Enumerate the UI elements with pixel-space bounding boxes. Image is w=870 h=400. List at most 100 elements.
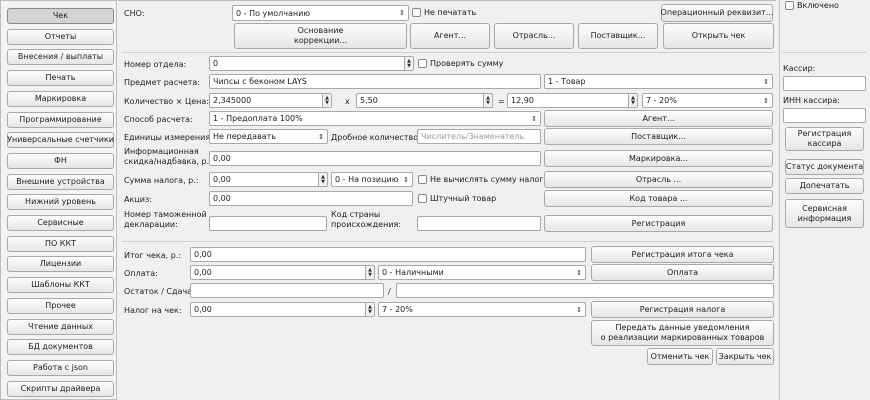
sidebar-item[interactable]: Лицензии <box>7 256 114 273</box>
service-info-button[interactable]: Сервисная информация <box>785 199 864 228</box>
receipt-tax-rate-select[interactable]: 7 - 20% ⇕ <box>378 302 586 317</box>
industry-top-button[interactable]: Отрасль... <box>494 23 574 49</box>
tax-mode-value: 0 - На позицию <box>335 175 399 184</box>
cashier-inn-input[interactable] <box>783 108 866 123</box>
cashier-inn-label: ИНН кассира: <box>783 96 840 105</box>
spin-icon[interactable]: ▲ ▼ <box>628 94 637 107</box>
spin-icon[interactable]: ▲ ▼ <box>318 173 327 186</box>
qty-value: 2,345000 <box>213 96 252 105</box>
sidebar-item[interactable]: Отчеты <box>7 28 114 45</box>
combo-arrow-icon: ⇕ <box>763 77 769 86</box>
pay-method-select[interactable]: 1 - Предоплата 100% ⇕ <box>209 111 541 126</box>
cancel-receipt-button[interactable]: Отменить чек <box>647 348 713 365</box>
cashier-input[interactable] <box>783 76 866 91</box>
sidebar-item[interactable]: БД документов <box>7 339 114 356</box>
spin-icon[interactable]: ▲ ▼ <box>322 94 331 107</box>
total-input[interactable]: 12,90 ▲ ▼ <box>507 93 638 108</box>
tax-mode-select[interactable]: 0 - На позицию ⇕ <box>331 172 413 187</box>
spin-icon[interactable]: ▲ ▼ <box>365 303 374 316</box>
reprint-button[interactable]: Допечатать <box>785 178 864 194</box>
piece-goods-label: Штучный товар <box>430 194 497 203</box>
combo-arrow-icon: ⇕ <box>576 268 582 277</box>
customs-input[interactable] <box>209 216 327 231</box>
register-cashier-button[interactable]: Регистрация кассира <box>785 127 864 151</box>
no-print-checkbox[interactable] <box>412 8 421 17</box>
register-total-button[interactable]: Регистрация итога чека <box>591 246 774 263</box>
right-panel: Включено Кассир: ИНН кассира: Регистраци… <box>779 0 870 400</box>
sidebar-item[interactable]: ФН <box>7 152 114 169</box>
sidebar-item[interactable]: Чтение данных <box>7 318 114 335</box>
pay-method-value: 1 - Предоплата 100% <box>213 114 303 123</box>
sidebar-item[interactable]: Нижний уровень <box>7 194 114 211</box>
tax-sum-input[interactable]: 0,00 ▲ ▼ <box>209 172 328 187</box>
sidebar-item[interactable]: Печать <box>7 70 114 87</box>
receipt-tax-input[interactable]: 0,00 ▲ ▼ <box>190 302 375 317</box>
check-sum-label: Проверять сумму <box>430 59 504 68</box>
sidebar-item[interactable]: Внесения / выплаты <box>7 49 114 66</box>
times-sign: x <box>345 97 350 106</box>
industry-button[interactable]: Отрасль ... <box>544 171 773 188</box>
country-input[interactable] <box>417 216 541 231</box>
subject-input[interactable]: Чипсы с беконом LAYS <box>209 74 541 89</box>
spin-icon[interactable]: ▲ ▼ <box>483 94 492 107</box>
sidebar-item[interactable]: Универсальные счетчики <box>7 132 114 149</box>
subject-type-select[interactable]: 1 - Товар ⇕ <box>544 74 773 89</box>
payment-type-select[interactable]: 0 - Наличными ⇕ <box>378 265 586 280</box>
country-label: Код страны происхождения: <box>331 210 402 229</box>
check-sum-checkbox[interactable] <box>418 59 427 68</box>
price-input[interactable]: 5,50 ▲ ▼ <box>356 93 493 108</box>
marking-button[interactable]: Маркировка... <box>544 150 773 167</box>
combo-arrow-icon: ⇕ <box>403 175 409 184</box>
fraction-input[interactable]: Числитель/Знаменатель <box>417 129 541 144</box>
payment-input[interactable]: 0,00 ▲ ▼ <box>190 265 375 280</box>
sidebar-item[interactable]: ПО ККТ <box>7 235 114 252</box>
register-tax-button[interactable]: Регистрация налога <box>591 301 774 318</box>
no-calc-tax-checkbox[interactable] <box>418 175 427 184</box>
register-item-button[interactable]: Регистрация <box>544 215 773 232</box>
qty-input[interactable]: 2,345000 ▲ ▼ <box>209 93 332 108</box>
spin-icon[interactable]: ▲ ▼ <box>365 266 374 279</box>
change-label: Остаток / Сдача: <box>124 287 195 296</box>
close-receipt-button[interactable]: Закрыть чек <box>716 348 774 365</box>
correction-basis-button[interactable]: Основание коррекции... <box>234 23 407 49</box>
dept-input[interactable]: 0 ▲ ▼ <box>209 56 414 71</box>
fraction-label: Дробное количество: <box>331 133 421 142</box>
sno-select[interactable]: 0 - По умолчанию ⇕ <box>232 5 409 21</box>
payment-button[interactable]: Оплата <box>591 264 774 281</box>
supplier-top-button[interactable]: Поставщик... <box>578 23 658 49</box>
agent-button[interactable]: Агент... <box>544 110 773 127</box>
op-requisite-button[interactable]: Операционный реквизит... <box>661 4 774 22</box>
slash-separator: / <box>388 287 391 296</box>
remainder-input[interactable] <box>190 283 384 298</box>
excise-input[interactable]: 0,00 <box>209 191 413 206</box>
supplier-button[interactable]: Поставщик... <box>544 128 773 145</box>
units-select[interactable]: Не передавать ⇕ <box>209 129 328 144</box>
sidebar-item[interactable]: Маркировка <box>7 90 114 107</box>
vat-select[interactable]: 7 - 20% ⇕ <box>642 93 773 108</box>
open-receipt-button[interactable]: Открыть чек <box>663 23 774 49</box>
payment-value: 0,00 <box>194 268 212 277</box>
sidebar-item[interactable]: Чек <box>7 8 114 24</box>
right-separator <box>782 52 867 53</box>
document-status-button[interactable]: Статус документа <box>785 159 864 175</box>
sidebar-item[interactable]: Прочее <box>7 297 114 314</box>
product-code-button[interactable]: Код товара ... <box>544 190 773 207</box>
receipt-tax-value: 0,00 <box>194 305 212 314</box>
sidebar-item[interactable]: Скрипты драйвера <box>7 380 114 397</box>
piece-goods-checkbox[interactable] <box>418 194 427 203</box>
sidebar-item[interactable]: Сервисные <box>7 215 114 231</box>
sidebar-item[interactable]: Программирование <box>7 111 114 128</box>
sidebar-item[interactable]: Шаблоны ККТ <box>7 277 114 294</box>
agent-top-button[interactable]: Агент... <box>410 23 490 49</box>
notify-marked-goods-button[interactable]: Передать данные уведомления о реализации… <box>591 320 774 346</box>
info-discount-input[interactable]: 0,00 <box>209 151 541 166</box>
sidebar: Чек Отчеты Внесения / выплаты Печать Маркиро… <box>0 0 117 400</box>
spin-icon[interactable]: ▲ ▼ <box>404 57 413 70</box>
sidebar-item[interactable]: Внешние устройства <box>7 173 114 190</box>
sidebar-item[interactable]: Работа с json <box>7 359 114 376</box>
receipt-total-input[interactable]: 0,00 <box>190 247 586 262</box>
enabled-checkbox[interactable] <box>785 1 794 10</box>
units-label: Единицы измерения: <box>124 133 213 142</box>
qty-price-label: Количество × Цена: <box>124 97 209 106</box>
change-input[interactable] <box>396 283 774 298</box>
